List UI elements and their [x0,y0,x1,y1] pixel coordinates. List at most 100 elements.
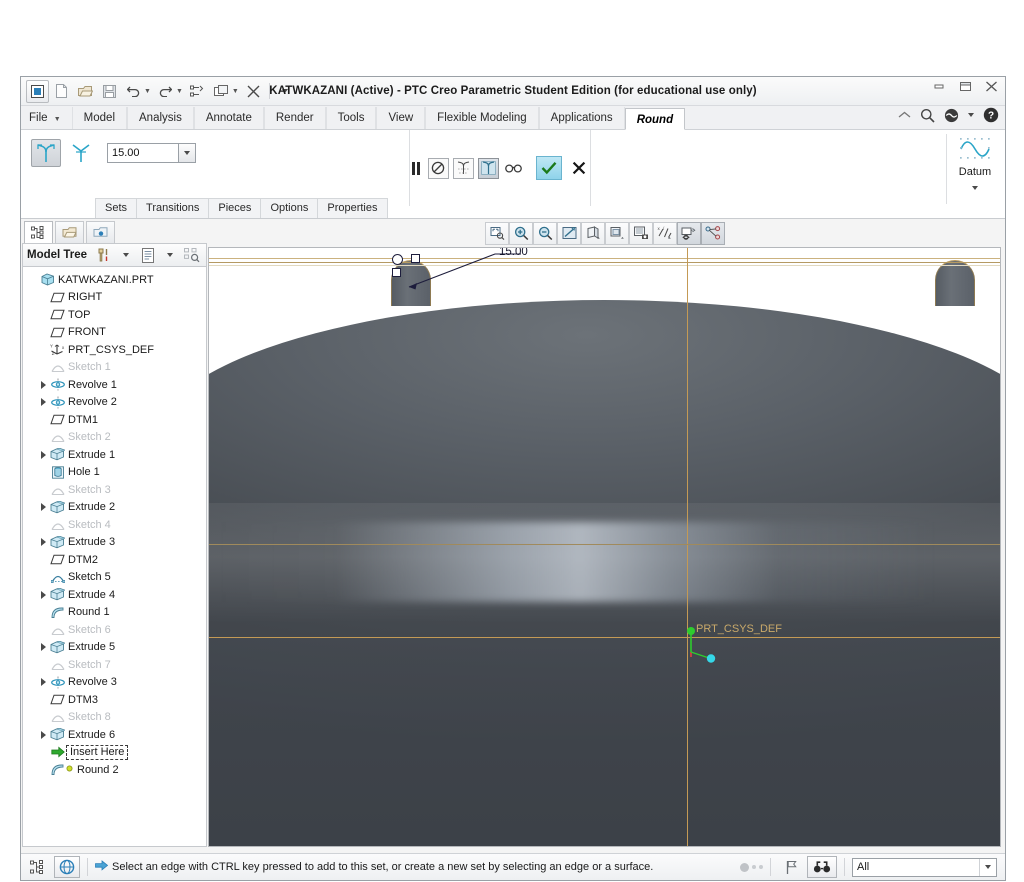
spin-center-icon[interactable] [701,221,725,245]
tree-item[interactable]: DTM3 [23,691,206,709]
datum-dropdown-caret-icon[interactable] [972,186,978,190]
round-set-handle[interactable] [392,254,403,265]
tree-tools-icon[interactable] [95,246,113,264]
panel-tab-options[interactable]: Options [260,198,319,218]
tree-item[interactable]: DTM2 [23,551,206,569]
help-question-icon[interactable]: ? [983,107,999,123]
tree-expand-arrow-icon[interactable] [37,538,49,547]
tree-item[interactable]: Y Zx PRT_CSYS_DEF [23,341,206,359]
tree-expand-arrow-icon[interactable] [37,730,49,739]
radius-dropdown-caret-icon[interactable] [179,143,196,163]
tree-item[interactable]: Sketch 4 [23,516,206,534]
tree-item[interactable]: Hole 1 [23,464,206,482]
zoom-out-icon[interactable] [533,221,557,245]
new-file-icon[interactable] [50,80,73,103]
tree-expand-arrow-icon[interactable] [37,380,49,389]
tab-flexible-modeling[interactable]: Flexible Modeling [425,107,539,129]
view-manager-icon[interactable] [629,221,653,245]
panel-tab-pieces[interactable]: Pieces [208,198,262,218]
datum-display-filters-icon[interactable]: x / [653,221,677,245]
round-radius-drag-handle[interactable] [411,254,420,263]
tree-expand-arrow-icon[interactable] [37,503,49,512]
window-switch-icon[interactable] [210,80,233,103]
tree-item[interactable]: Round 1 [23,604,206,622]
tab-tools[interactable]: Tools [325,107,377,129]
tree-item[interactable]: Sketch 3 [23,481,206,499]
pause-button[interactable] [411,161,420,175]
saved-orientations-icon[interactable] [605,221,629,245]
minimize-ribbon-icon[interactable] [898,111,911,120]
flag-icon[interactable] [778,856,804,878]
tree-item[interactable]: Insert Here [23,744,206,762]
tree-item[interactable]: DTM1 [23,411,206,429]
window-dropdown-caret-icon[interactable]: ▼ [232,88,239,95]
tree-item[interactable]: KATWKAZANI.PRT [23,271,206,289]
undo-dropdown-caret-icon[interactable]: ▼ [144,88,151,95]
tree-item[interactable]: Sketch 6 [23,621,206,639]
round-dimension-value[interactable]: 15.00 [499,248,528,258]
tab-file[interactable]: File ▼ [23,107,72,129]
circular-round-button[interactable] [31,139,61,167]
tree-expand-arrow-icon[interactable] [37,678,49,687]
open-file-icon[interactable] [74,80,97,103]
undo-icon[interactable] [122,80,145,103]
close-button[interactable] [983,79,999,93]
zoom-in-icon[interactable] [509,221,533,245]
accept-button[interactable] [535,156,562,180]
tree-item[interactable]: Extrude 4 [23,586,206,604]
customize-qat-icon[interactable] [274,80,297,103]
selection-filter-caret-icon[interactable] [979,858,996,876]
tree-item[interactable]: Revolve 1 [23,376,206,394]
tree-item[interactable]: Sketch 8 [23,709,206,727]
tree-item[interactable]: Extrude 3 [23,534,206,552]
tab-applications[interactable]: Applications [538,107,625,129]
cancel-button[interactable] [569,157,589,179]
annotation-display-icon[interactable] [677,221,701,245]
redo-dropdown-caret-icon[interactable]: ▼ [176,88,183,95]
tree-item[interactable]: Revolve 3 [23,674,206,692]
repaint-icon[interactable] [557,221,581,245]
tree-item[interactable]: FRONT [23,324,206,342]
radius-input[interactable]: 15.00 [107,143,179,163]
panel-tab-transitions[interactable]: Transitions [136,198,210,218]
no-preview-button[interactable] [427,157,449,179]
tree-item[interactable]: Extrude 1 [23,446,206,464]
tree-tools-caret-icon[interactable] [117,246,135,264]
tab-model[interactable]: Model [71,107,127,129]
refit-zoom-icon[interactable] [485,221,509,245]
datum-group[interactable]: Datum [949,134,1001,190]
selection-filter-select[interactable]: All [852,857,997,877]
panel-tab-sets[interactable]: Sets [95,198,138,218]
tab-analysis[interactable]: Analysis [127,107,194,129]
tree-item[interactable]: Extrude 5 [23,639,206,657]
regenerate-icon[interactable] [186,80,209,103]
3d-viewport[interactable]: PRT_CSYS_DEF 15.00 [208,247,1001,847]
model-tree-tab[interactable] [24,221,53,243]
round-reference-handle[interactable] [392,268,401,277]
wireframe-preview-button[interactable] [452,157,474,179]
panel-tab-properties[interactable]: Properties [317,198,388,218]
tree-item[interactable]: Sketch 2 [23,429,206,447]
display-style-icon[interactable] [581,221,605,245]
tree-expand-arrow-icon[interactable] [37,450,49,459]
close-window-icon[interactable] [242,80,265,103]
tree-item[interactable]: Round 2 [23,761,206,779]
tree-item[interactable]: Revolve 2 [23,394,206,412]
tree-expand-arrow-icon[interactable] [37,590,49,599]
tree-item[interactable]: Extrude 2 [23,499,206,517]
redo-icon[interactable] [154,80,177,103]
save-icon[interactable] [98,80,121,103]
web-browser-toggle-button[interactable] [54,856,80,878]
restore-button[interactable] [957,79,973,93]
tree-item[interactable]: RIGHT [23,289,206,307]
tree-item[interactable]: Sketch 1 [23,359,206,377]
tree-settings-icon[interactable] [139,246,157,264]
tree-settings-caret-icon[interactable] [161,246,179,264]
conic-round-button[interactable] [66,139,96,167]
glasses-preview-button[interactable] [503,158,524,179]
tab-annotate[interactable]: Annotate [193,107,264,129]
tree-item[interactable]: TOP [23,306,206,324]
search-icon[interactable] [920,108,935,123]
shaded-preview-button[interactable] [477,157,499,179]
tree-item[interactable]: Sketch 5 [23,569,206,587]
